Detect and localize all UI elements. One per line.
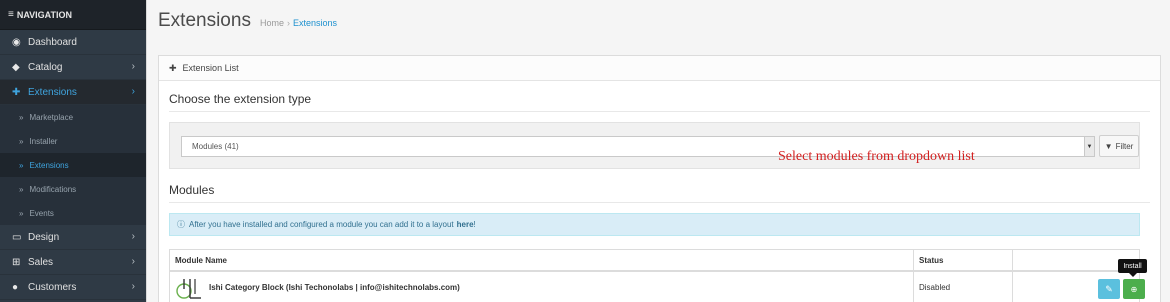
sidebar-subitem-extensions[interactable]: » Extensions [0,153,146,177]
sidebar-item-label: Dashboard [28,36,77,48]
column-module-name[interactable]: Module Name [170,250,914,270]
install-button[interactable]: ⊕ [1123,279,1145,299]
edit-button[interactable]: ✎ [1098,279,1120,299]
sidebar-subitem-events[interactable]: » Events [0,201,146,225]
info-circle-icon: ⓘ [177,220,185,229]
main-content: Extensions Home › Extensions ✚ Extension L… [146,0,1170,302]
sidebar-subitem-installer[interactable]: » Installer [0,129,146,153]
double-chevron-icon: » [19,184,24,194]
breadcrumb: Home › Extensions [260,18,337,28]
chevron-right-icon: › [131,281,135,292]
chevron-right-icon: › [131,61,135,72]
sidebar-submenu: » Marketplace » Installer » Extensions »… [0,105,146,225]
puzzle-icon: ✚ [169,62,177,73]
double-chevron-icon: » [19,136,24,146]
chevron-right-icon: › [131,231,135,242]
breadcrumb-current[interactable]: Extensions [293,18,337,28]
page-title: Extensions [158,10,251,31]
module-logo-icon [176,278,201,299]
cart-icon: ⊞ [12,256,21,268]
chevron-right-icon: › [131,86,135,97]
alert-text: After you have installed and configured … [189,220,454,229]
navigation-header[interactable]: ≡ NAVIGATION [0,0,146,30]
sidebar-subitem-label: Modifications [29,184,77,194]
panel-heading-label: Extension List [182,63,239,73]
alert-end: ! [473,220,476,229]
module-actions-cell: ✎ ⊕ [1013,272,1145,302]
sidebar-item-catalog[interactable]: ◆ Catalog › [0,55,146,80]
double-chevron-icon: » [19,112,24,122]
user-icon: ● [12,281,19,293]
sidebar-subitem-label: Installer [29,136,58,146]
double-chevron-icon: » [19,160,24,170]
sidebar-subitem-modifications[interactable]: » Modifications [0,177,146,201]
hamburger-icon: ≡ [8,9,14,20]
sidebar-subitem-label: Events [29,208,54,218]
navigation-header-label: NAVIGATION [16,9,73,20]
module-name-cell: Ishi Category Block (Ishi Techonolabs | … [170,272,914,302]
sidebar-item-label: Customers [28,281,77,293]
filter-button-label: Filter [1115,141,1134,151]
modules-heading: Modules [169,183,215,197]
filter-button[interactable]: ▼ Filter [1099,135,1139,157]
modules-table: Module Name Status Ishi Category Block (… [169,249,1145,302]
sidebar-item-label: Sales [28,256,54,268]
instruction-annotation: Select modules from dropdown list [778,149,975,164]
info-alert: ⓘ After you have installed and configure… [169,213,1140,236]
breadcrumb-separator: › [286,18,290,28]
select-value: Modules (41) [192,142,239,151]
plus-circle-icon: ⊕ [1130,284,1138,294]
table-row: Ishi Category Block (Ishi Techonolabs | … [170,272,1145,302]
divider [169,202,1150,203]
column-status[interactable]: Status [914,250,1013,270]
chevron-right-icon: › [131,256,135,267]
monitor-icon: ▭ [12,231,22,243]
puzzle-icon: ✚ [12,86,21,98]
sidebar-item-label: Extensions [28,86,77,98]
pencil-icon: ✎ [1105,283,1113,294]
page-header: Extensions Home › Extensions [158,10,337,32]
double-chevron-icon: » [19,208,24,218]
sidebar: ≡ NAVIGATION ◉ Dashboard ◆ Catalog › ✚ E… [0,0,146,302]
dashboard-icon: ◉ [12,36,21,48]
module-name: Ishi Category Block (Ishi Techonolabs | … [209,283,460,292]
sidebar-subitem-label: Marketplace [29,112,74,122]
sidebar-item-customers[interactable]: ● Customers › [0,275,146,300]
table-header: Module Name Status [170,250,1139,272]
sidebar-subitem-marketplace[interactable]: » Marketplace [0,105,146,129]
breadcrumb-home[interactable]: Home [260,18,284,28]
module-status-cell: Disabled [914,272,1013,302]
caret-down-icon[interactable]: ▼ [1084,137,1094,156]
choose-type-heading: Choose the extension type [169,92,312,106]
sidebar-item-design[interactable]: ▭ Design › [0,225,146,250]
sidebar-item-label: Design [28,231,60,243]
sidebar-item-label: Catalog [28,61,63,73]
sidebar-item-extensions[interactable]: ✚ Extensions › [0,80,146,105]
filter-well: Modules (41) ▼ ▼ Filter [169,122,1140,169]
extension-list-panel: ✚ Extension List Choose the extension ty… [158,55,1161,302]
sidebar-item-dashboard[interactable]: ◉ Dashboard [0,30,146,55]
sidebar-item-sales[interactable]: ⊞ Sales › [0,250,146,275]
sidebar-subitem-label: Extensions [29,160,69,170]
divider [169,111,1150,112]
install-tooltip: Install [1118,259,1147,277]
alert-here-link[interactable]: here [457,220,474,229]
tag-icon: ◆ [12,61,20,73]
filter-icon: ▼ [1104,141,1113,151]
panel-heading: ✚ Extension List [159,56,1160,81]
